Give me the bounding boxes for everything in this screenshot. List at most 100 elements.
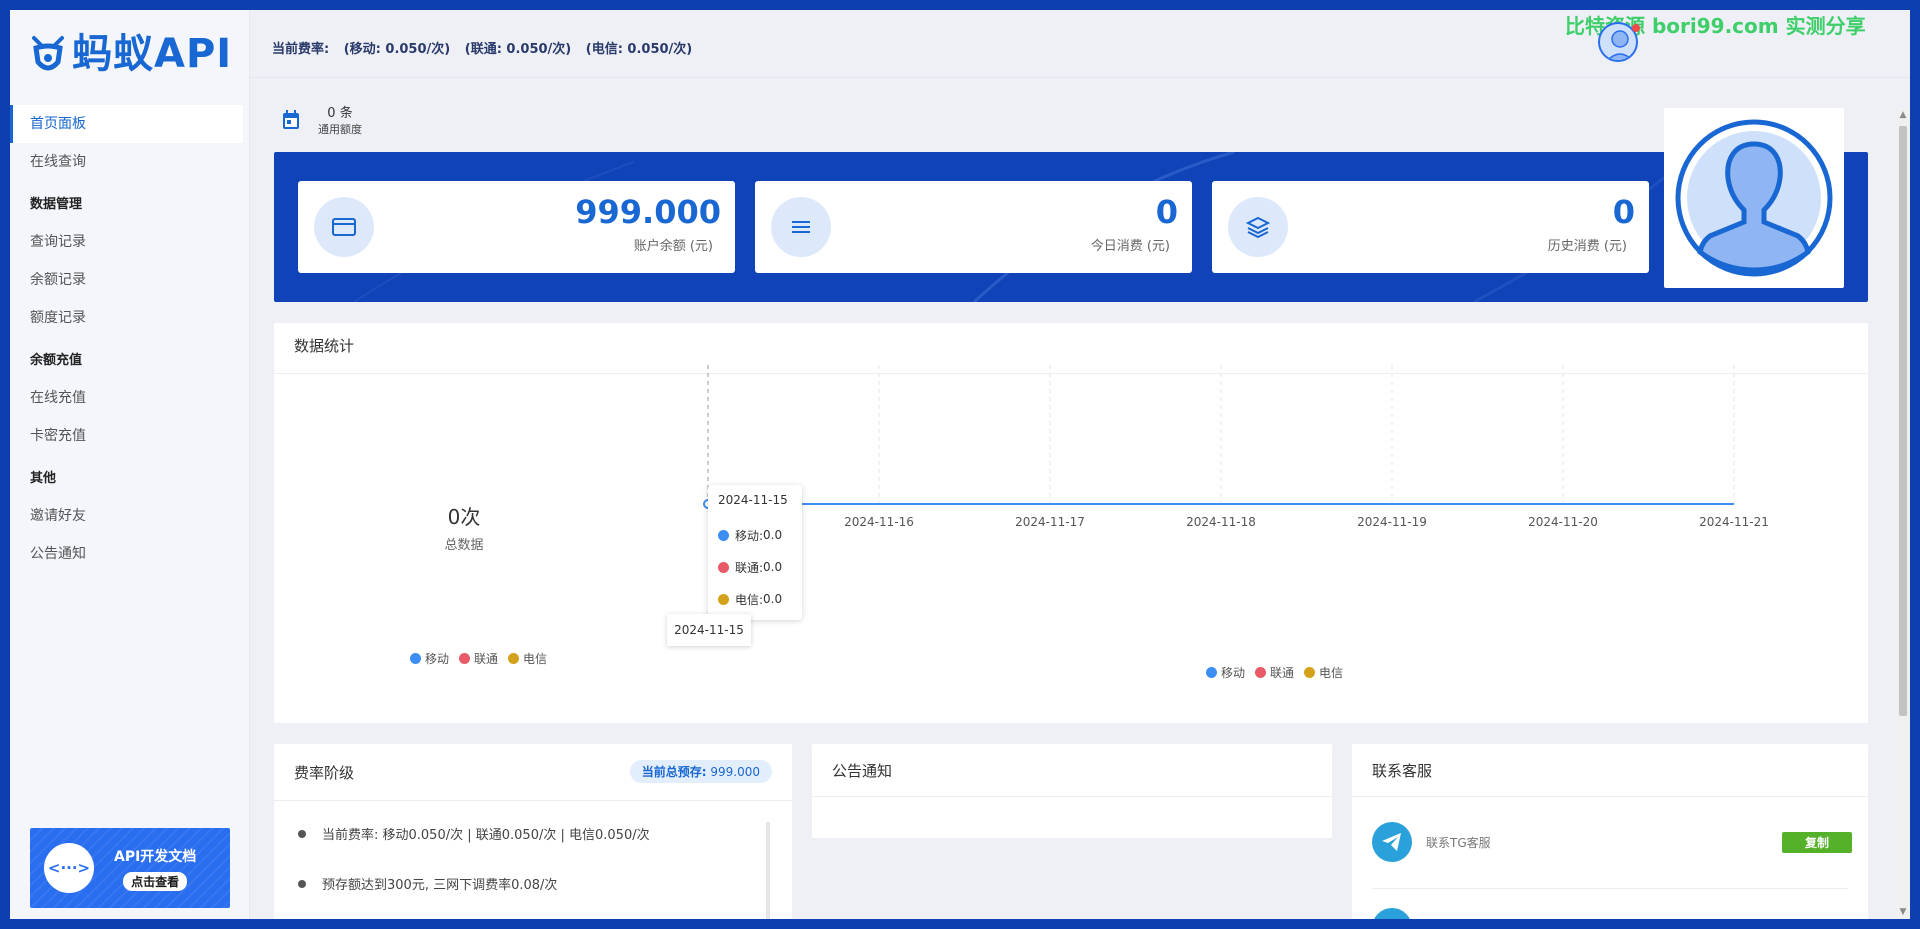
stat-history: 0 历史消费 (元)	[1212, 181, 1649, 273]
stat-history-label: 历史消费 (元)	[1547, 239, 1627, 254]
ant-logo-icon	[32, 36, 64, 71]
scroll-down-icon[interactable]: ▼	[1898, 907, 1908, 919]
legend-dot	[1304, 667, 1316, 678]
rate-unicom: (联通: 0.050/次)	[464, 42, 572, 57]
sidebar-item[interactable]: 首页面板	[10, 105, 243, 143]
tooltip-label: 电信:	[735, 592, 764, 607]
badge-value: 999.000	[710, 765, 760, 779]
chart-tooltip: 2024-11-15 移动: 0.0 联通: 0.0 电信: 0.0	[708, 485, 802, 620]
stats-banner: 999.000 账户余额 (元) 0 今日消费 (元) 0 历史消费 (元)	[274, 152, 1868, 302]
rate-panel-title: 费率阶级	[294, 764, 355, 782]
contact-panel: 联系客服 联系TG客服 复制	[1352, 744, 1868, 919]
logo[interactable]: 蚂蚁API	[28, 32, 232, 76]
line-legend: 移动 联通 电信	[1206, 664, 1343, 681]
telegram-icon	[1372, 908, 1412, 919]
sidebar-group-heading: 数据管理	[30, 197, 83, 212]
sidebar-menu: 首页面板 在线查询数据管理查询记录 余额记录 额度记录余额充值在线充值 卡密充值其他邀请…	[10, 105, 243, 573]
telecom-dot	[718, 593, 729, 605]
rate-mobile: (移动: 0.050/次)	[343, 42, 451, 57]
card-icon	[314, 197, 374, 257]
sidebar-item[interactable]: 在线充值	[10, 379, 243, 417]
deposit-badge: 当前总预存: 999.000	[629, 760, 772, 783]
quota-value: 0 条	[327, 106, 353, 121]
sidebar-item[interactable]: 卡密充值	[10, 417, 243, 455]
code-icon: <···>	[44, 843, 94, 893]
calendar-icon	[283, 109, 299, 129]
page-scrollbar[interactable]: ▲ ▼	[1896, 110, 1910, 919]
profile-card[interactable]	[1664, 108, 1844, 288]
timeline-dot	[298, 829, 306, 838]
logo-text: 蚂蚁API	[72, 31, 233, 77]
sidebar-item[interactable]: 额度记录	[10, 299, 243, 337]
tooltip-value: 0.0	[763, 560, 783, 574]
unicom-dot	[718, 561, 729, 573]
timeline-item: 预存额达到300元, 三网下调费率0.08/次	[298, 874, 557, 893]
sidebar-group-heading: 其他	[30, 471, 57, 486]
stat-today: 0 今日消费 (元)	[755, 181, 1192, 273]
app-frame: 蚂蚁API 首页面板 在线查询数据管理查询记录 余额记录 额度记录余额充值在线充值 卡密…	[10, 10, 1910, 919]
mobile-dot	[718, 529, 729, 541]
sidebar-item[interactable]: 查询记录	[10, 223, 243, 261]
quota-label: 通用额度	[318, 123, 362, 136]
top-header: 当前费率: (移动: 0.050/次) (联通: 0.050/次) (电信: 0…	[250, 10, 1910, 78]
sidebar-item[interactable]: 余额记录	[10, 261, 243, 299]
sidebar-item[interactable]: 公告通知	[10, 535, 243, 573]
quota-info: 0 条 通用额度	[282, 102, 362, 137]
stat-history-value: 0	[1612, 193, 1635, 231]
line-chart: 2024-11-16 2024-11-17 2024-11-18 2024-11-19…	[703, 365, 1769, 529]
notification-dot	[1632, 24, 1640, 32]
contact-panel-title: 联系客服	[1372, 762, 1433, 780]
rate-tier-panel: 费率阶级 当前总预存: 999.000 当前费率: 移动0.050/次 | 联通…	[274, 744, 792, 919]
timeline-text: 当前费率: 移动0.050/次 | 联通0.050/次 | 电信0.050/次	[322, 828, 650, 843]
stat-balance: 999.000 账户余额 (元)	[298, 181, 735, 273]
rate-telecom: (电信: 0.050/次)	[585, 42, 693, 57]
x-tick-label: 2024-11-21	[1699, 515, 1769, 529]
tooltip-date: 2024-11-15	[718, 493, 788, 507]
timeline-text: 预存额达到300元, 三网下调费率0.08/次	[322, 878, 558, 893]
tooltip-row-unicom: 联通: 0.0	[718, 551, 802, 583]
panel-divider	[274, 800, 792, 801]
copy-button[interactable]: 复制	[1782, 831, 1852, 853]
x-tick-label: 2024-11-20	[1528, 515, 1598, 529]
legend-item[interactable]: 移动	[1206, 664, 1245, 681]
stat-today-label: 今日消费 (元)	[1090, 239, 1170, 254]
tooltip-label: 联通:	[735, 560, 764, 575]
legend-item[interactable]: 电信	[1304, 664, 1343, 681]
api-doc-card[interactable]: <···> API开发文档 点击查看	[30, 828, 230, 908]
x-tick-label: 2024-11-18	[1186, 515, 1256, 529]
legend-label: 电信	[1319, 666, 1344, 680]
stat-balance-value: 999.000	[575, 193, 721, 231]
timeline-scrollbar[interactable]	[766, 822, 770, 919]
panel-divider	[1352, 796, 1868, 797]
legend-dot	[1255, 667, 1267, 678]
sidebar-group-heading: 余额充值	[30, 353, 83, 368]
contact-row-tg: 联系TG客服 复制	[1372, 812, 1852, 872]
tooltip-label: 移动:	[735, 528, 764, 543]
sidebar: 蚂蚁API 首页面板 在线查询数据管理查询记录 余额记录 额度记录余额充值在线充值 卡密…	[10, 10, 250, 919]
tooltip-value: 0.0	[763, 528, 783, 542]
legend-item[interactable]: 联通	[1255, 664, 1294, 681]
legend-dot	[1206, 667, 1217, 678]
timeline-item: 当前费率: 移动0.050/次 | 联通0.050/次 | 电信0.050/次	[298, 824, 650, 843]
sidebar-item[interactable]: 邀请好友	[10, 497, 243, 535]
panel-divider	[1372, 888, 1848, 889]
profile-avatar-icon	[1675, 119, 1833, 277]
badge-label: 当前总预存:	[641, 765, 707, 779]
layers-icon	[1228, 197, 1288, 257]
scroll-up-icon[interactable]: ▲	[1898, 110, 1908, 122]
sidebar-item[interactable]: 在线查询	[10, 143, 243, 181]
stat-balance-label: 账户余额 (元)	[633, 239, 713, 254]
tooltip-value: 0.0	[763, 592, 783, 606]
scroll-thumb[interactable]	[1899, 126, 1907, 716]
rate-label: 当前费率:	[272, 42, 330, 57]
legend-label: 移动	[1221, 666, 1246, 680]
api-doc-button[interactable]: 点击查看	[123, 871, 188, 891]
notice-panel-title: 公告通知	[832, 762, 893, 780]
tooltip-row-telecom: 电信: 0.0	[718, 583, 802, 615]
legend-label: 联通	[1270, 666, 1295, 680]
api-doc-title: API开发文档	[114, 848, 197, 865]
axis-pointer-label: 2024-11-15	[667, 614, 751, 646]
x-tick-label: 2024-11-16	[844, 515, 914, 529]
x-tick-label: 2024-11-17	[1015, 515, 1085, 529]
notice-panel: 公告通知	[812, 744, 1332, 838]
